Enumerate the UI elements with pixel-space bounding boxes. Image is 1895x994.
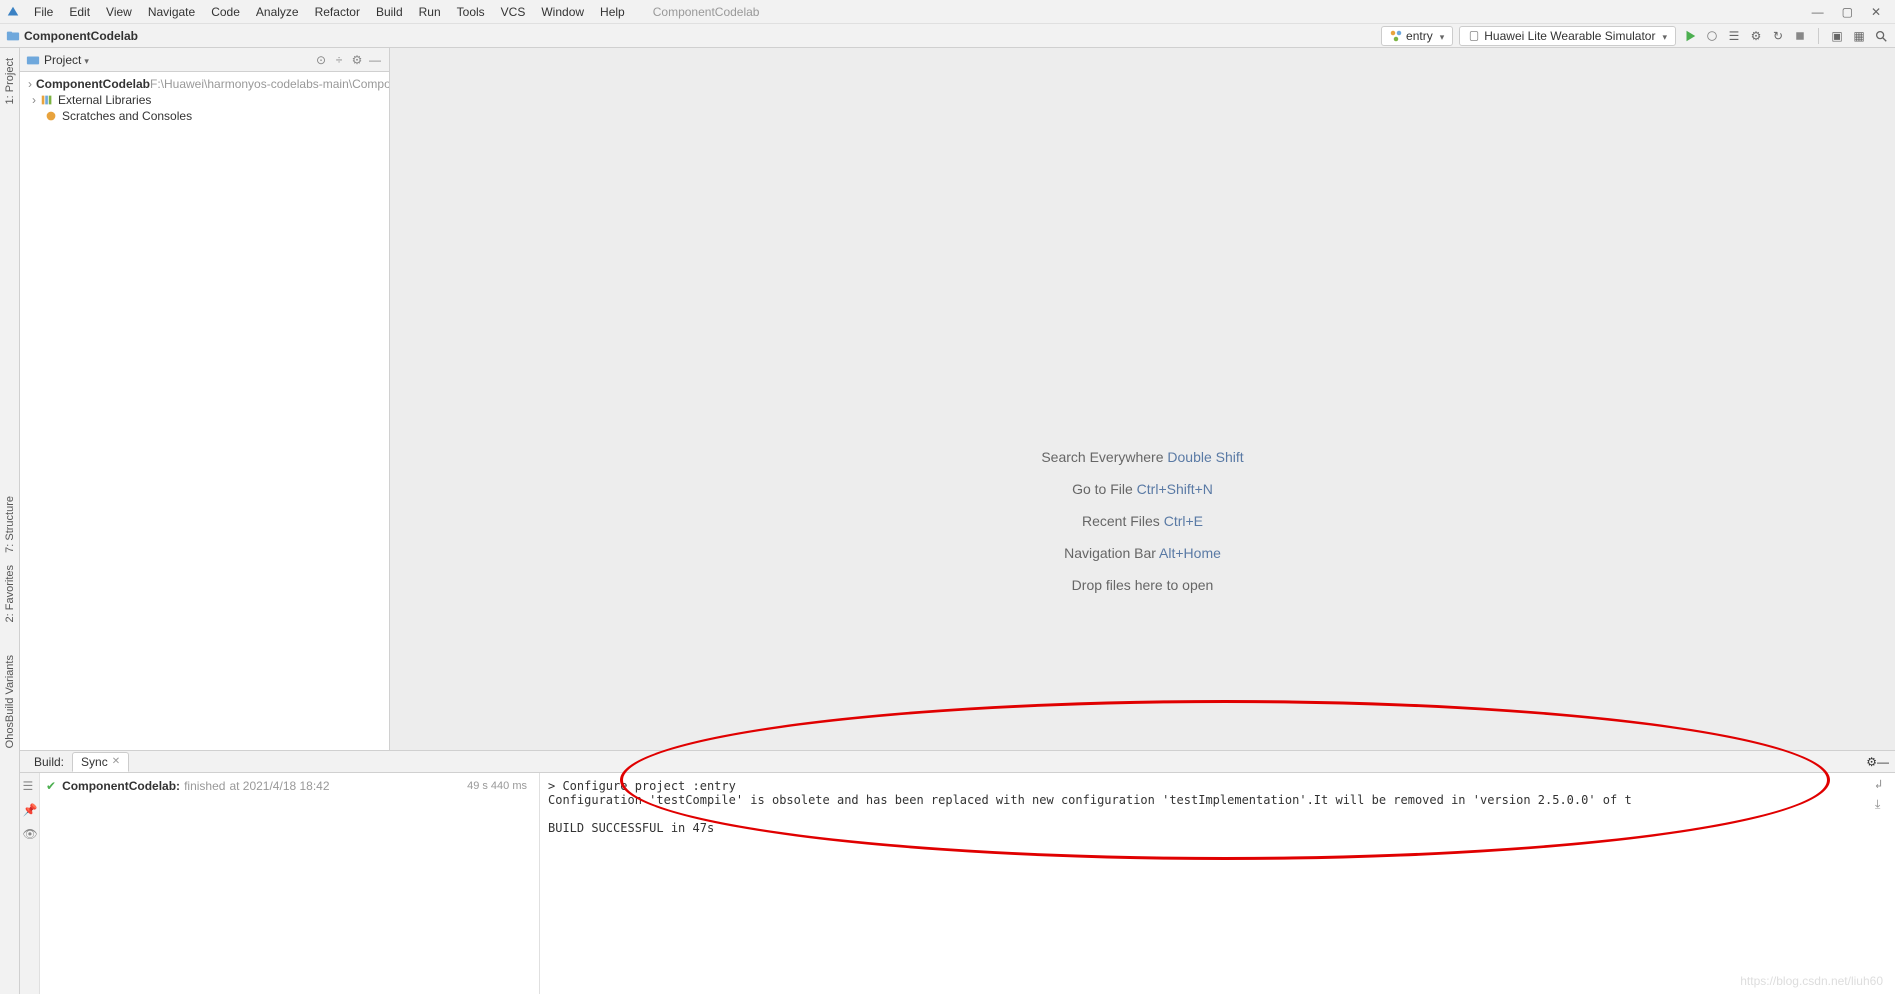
run-button[interactable] (1682, 28, 1698, 44)
menu-vcs[interactable]: VCS (493, 3, 534, 21)
tab-sync[interactable]: Sync ✕ (72, 752, 129, 772)
minimize-button[interactable]: — (1812, 5, 1824, 19)
menu-edit[interactable]: Edit (61, 3, 98, 21)
build-panel-tabs: Build: Sync ✕ ⚙ — (20, 751, 1895, 773)
build-side-toolbar: ☰ 📌 👁 (20, 773, 40, 994)
tree-root[interactable]: › ComponentCodelab F:\Huawei\harmonyos-c… (20, 76, 389, 92)
watermark: https://blog.csdn.net/liuh60 (1740, 974, 1883, 988)
hint-search-everywhere: Search Everywhere Double Shift (1041, 449, 1243, 465)
pin-icon[interactable]: 📌 (23, 803, 37, 817)
build-panel: Build: Sync ✕ ⚙ — ☰ 📌 👁 ✔ ComponentCodel… (20, 750, 1895, 994)
attach-button[interactable]: ↻ (1770, 28, 1786, 44)
menu-code[interactable]: Code (203, 3, 248, 21)
output-side-icons: ↲⤓ (1875, 777, 1891, 813)
module-label: entry (1406, 29, 1433, 43)
project-view-title[interactable]: Project (44, 53, 81, 67)
tree-ext-libs-label: External Libraries (58, 93, 151, 107)
hide-icon[interactable]: — (367, 52, 383, 68)
menu-tools[interactable]: Tools (449, 3, 493, 21)
menu-file[interactable]: File (26, 3, 61, 21)
build-task-tree[interactable]: ✔ ComponentCodelab: finished at 2021/4/1… (40, 773, 540, 994)
chevron-down-icon (1659, 29, 1667, 43)
chevron-down-icon (1437, 29, 1445, 43)
view-icon[interactable]: 👁 (23, 827, 37, 841)
menu-window[interactable]: Window (533, 3, 592, 21)
tab-project[interactable]: 1: Project (2, 52, 18, 110)
menu-bar: File Edit View Navigate Code Analyze Ref… (0, 0, 1895, 24)
tab-favorites[interactable]: 2: Favorites (2, 559, 18, 628)
settings-icon[interactable]: ⚙ (349, 52, 365, 68)
app-logo-icon (6, 5, 20, 19)
project-header: Project ⊙ ÷ ⚙ — (20, 48, 389, 72)
locate-icon[interactable]: ⊙ (313, 52, 329, 68)
build-hide-icon[interactable]: — (1877, 755, 1889, 769)
menu-help[interactable]: Help (592, 3, 633, 21)
hint-drop-files: Drop files here to open (1072, 577, 1214, 593)
hint-recent-files: Recent Files Ctrl+E (1082, 513, 1203, 529)
build-task-name: ComponentCodelab: (62, 779, 180, 793)
collapse-icon[interactable]: ÷ (331, 52, 347, 68)
close-button[interactable]: ✕ (1871, 5, 1881, 19)
build-task-status: finished (184, 779, 225, 793)
hint-goto-file: Go to File Ctrl+Shift+N (1072, 481, 1213, 497)
tab-structure[interactable]: 7: Structure (2, 490, 18, 559)
avd-button[interactable]: ▣ (1829, 28, 1845, 44)
tree-external-libs[interactable]: › External Libraries (20, 92, 389, 108)
window-controls: — ▢ ✕ (1812, 5, 1881, 19)
menu-view[interactable]: View (98, 3, 140, 21)
menu-navigate[interactable]: Navigate (140, 3, 203, 21)
close-icon[interactable]: ✕ (112, 756, 120, 767)
maximize-button[interactable]: ▢ (1842, 5, 1853, 19)
app-title: ComponentCodelab (653, 5, 760, 19)
tab-ohos-variants[interactable]: OhosBuild Variants (2, 649, 18, 754)
tree-root-name: ComponentCodelab (36, 77, 150, 91)
debug-button[interactable] (1704, 28, 1720, 44)
expand-arrow-icon[interactable]: › (28, 93, 40, 107)
build-settings-icon[interactable]: ⚙ (1866, 755, 1877, 769)
menu-analyze[interactable]: Analyze (248, 3, 307, 21)
nav-toolbar: ComponentCodelab entry Huawei Lite Weara… (0, 24, 1895, 48)
device-dropdown[interactable]: Huawei Lite Wearable Simulator (1459, 26, 1676, 46)
module-dropdown[interactable]: entry (1381, 26, 1453, 46)
tree-scratches[interactable]: Scratches and Consoles (20, 108, 389, 124)
hint-nav-bar: Navigation Bar Alt+Home (1064, 545, 1221, 561)
main-area: 1: Project 7: Structure 2: Favorites Oho… (0, 48, 1895, 994)
profile-button[interactable]: ⚙ (1748, 28, 1764, 44)
filter-icon[interactable]: ☰ (23, 779, 37, 793)
coverage-button[interactable]: ☰ (1726, 28, 1742, 44)
soft-wrap-icon[interactable]: ↲ (1875, 777, 1891, 793)
build-task-time: 49 s 440 ms (467, 780, 533, 792)
tab-build[interactable]: Build: (26, 753, 72, 771)
build-task-row[interactable]: ✔ ComponentCodelab: finished at 2021/4/1… (44, 777, 535, 795)
menu-run[interactable]: Run (411, 3, 449, 21)
tree-root-path: F:\Huawei\harmonyos-codelabs-main\Compon… (150, 77, 389, 91)
stop-button[interactable] (1792, 28, 1808, 44)
left-tool-gutter: 1: Project 7: Structure 2: Favorites Oho… (0, 48, 20, 994)
build-content: ☰ 📌 👁 ✔ ComponentCodelab: finished at 20… (20, 773, 1895, 994)
menu-refactor[interactable]: Refactor (307, 3, 368, 21)
search-button[interactable] (1873, 28, 1889, 44)
check-icon: ✔ (46, 779, 56, 793)
build-output[interactable]: > Configure project :entry Configuration… (540, 773, 1895, 994)
menu-build[interactable]: Build (368, 3, 411, 21)
run-config-area: entry Huawei Lite Wearable Simulator ☰ ⚙… (1381, 26, 1889, 46)
chevron-down-icon[interactable] (81, 53, 89, 67)
tree-scratches-label: Scratches and Consoles (62, 109, 192, 123)
expand-arrow-icon[interactable]: › (28, 77, 32, 91)
breadcrumb[interactable]: ComponentCodelab (24, 29, 138, 43)
scroll-end-icon[interactable]: ⤓ (1875, 797, 1891, 813)
device-label: Huawei Lite Wearable Simulator (1484, 29, 1655, 43)
sdk-button[interactable]: ▦ (1851, 28, 1867, 44)
build-task-at: at 2021/4/18 18:42 (229, 779, 329, 793)
folder-icon (6, 29, 20, 43)
